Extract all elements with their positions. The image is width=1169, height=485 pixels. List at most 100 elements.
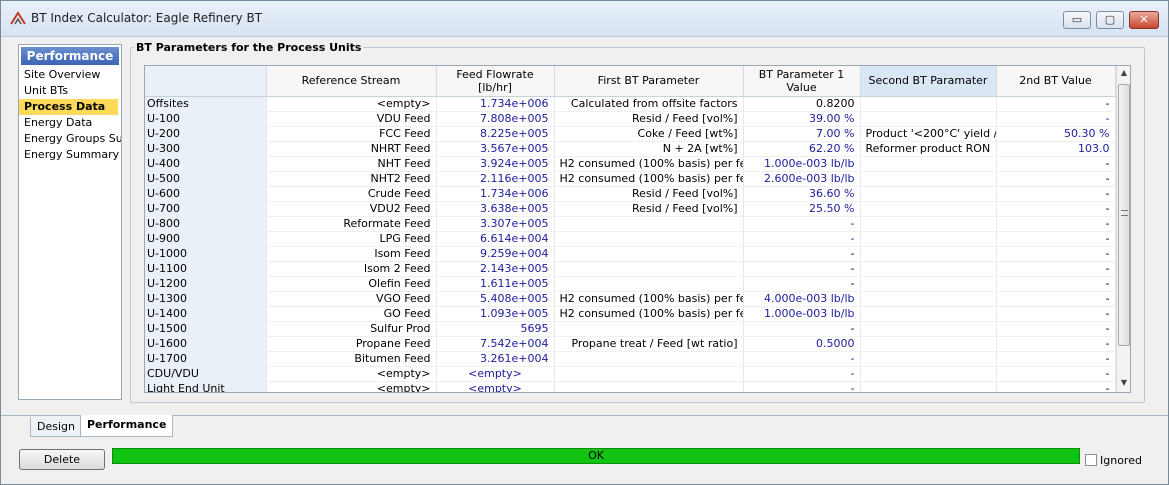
cell-reference-stream[interactable]: NHRT Feed <box>266 141 437 157</box>
cell-second-bt-parameter[interactable] <box>860 111 997 127</box>
cell-second-bt-parameter[interactable] <box>860 231 997 247</box>
cell-second-bt-parameter[interactable] <box>860 171 997 187</box>
nav-item-energy-summary[interactable]: Energy Summary <box>19 147 121 163</box>
table-row[interactable]: U-300 NHRT Feed 3.567e+005 N + 2A [wt%] 62.2… <box>145 141 1116 157</box>
cell-first-bt-parameter[interactable] <box>554 366 744 382</box>
cell-bt-parameter-1-value[interactable]: 62.20 % <box>743 141 861 157</box>
cell-bt-parameter-1-value[interactable]: - <box>743 351 861 367</box>
cell-first-bt-parameter[interactable]: Resid / Feed [vol%] <box>554 186 744 202</box>
cell-2nd-bt-value[interactable]: - <box>996 96 1116 112</box>
cell-bt-parameter-1-value[interactable]: - <box>743 321 861 337</box>
cell-2nd-bt-value[interactable]: - <box>996 156 1116 172</box>
header-2nd-bt-value[interactable]: 2nd BT Value <box>996 66 1116 97</box>
cell-reference-stream[interactable]: Crude Feed <box>266 186 437 202</box>
cell-2nd-bt-value[interactable]: - <box>996 306 1116 322</box>
cell-bt-parameter-1-value[interactable]: 1.000e-003 lb/lb <box>743 156 861 172</box>
cell-reference-stream[interactable]: <empty> <box>266 381 437 392</box>
cell-reference-stream[interactable]: FCC Feed <box>266 126 437 142</box>
table-row[interactable]: U-900 LPG Feed 6.614e+004 - - <box>145 231 1116 247</box>
cell-feed-flowrate[interactable]: 2.143e+005 <box>436 261 555 277</box>
cell-second-bt-parameter[interactable] <box>860 186 997 202</box>
table-row[interactable]: CDU/VDU <empty> <empty> - - <box>145 366 1116 382</box>
cell-first-bt-parameter[interactable]: H2 consumed (100% basis) per fee <box>554 156 744 172</box>
header-first-bt-parameter[interactable]: First BT Parameter <box>554 66 744 97</box>
cell-second-bt-parameter[interactable] <box>860 246 997 262</box>
cell-bt-parameter-1-value[interactable]: 7.00 % <box>743 126 861 142</box>
cell-second-bt-parameter[interactable] <box>860 96 997 112</box>
delete-button[interactable]: Delete <box>19 449 105 470</box>
header-second-bt-parameter[interactable]: Second BT Paramater <box>860 66 997 97</box>
table-row[interactable]: U-1000 Isom Feed 9.259e+004 - - <box>145 246 1116 262</box>
table-row[interactable]: U-1700 Bitumen Feed 3.261e+004 - - <box>145 351 1116 367</box>
cell-bt-parameter-1-value[interactable]: 0.5000 <box>743 336 861 352</box>
cell-second-bt-parameter[interactable] <box>860 351 997 367</box>
cell-2nd-bt-value[interactable]: - <box>996 366 1116 382</box>
ignored-checkbox[interactable] <box>1085 454 1097 466</box>
nav-item-process-data[interactable]: Process Data <box>19 99 118 115</box>
cell-reference-stream[interactable]: Sulfur Prod <box>266 321 437 337</box>
cell-feed-flowrate[interactable]: 3.638e+005 <box>436 201 555 217</box>
table-row[interactable]: U-1400 GO Feed 1.093e+005 H2 consumed (100%… <box>145 306 1116 322</box>
cell-second-bt-parameter[interactable] <box>860 261 997 277</box>
cell-reference-stream[interactable]: NHT Feed <box>266 156 437 172</box>
cell-feed-flowrate[interactable]: 1.093e+005 <box>436 306 555 322</box>
cell-reference-stream[interactable]: Olefin Feed <box>266 276 437 292</box>
table-row[interactable]: U-1600 Propane Feed 7.542e+004 Propane trea… <box>145 336 1116 352</box>
table-row[interactable]: Offsites <empty> 1.734e+006 Calculated from… <box>145 96 1116 112</box>
cell-bt-parameter-1-value[interactable]: - <box>743 246 861 262</box>
cell-second-bt-parameter[interactable] <box>860 156 997 172</box>
cell-reference-stream[interactable]: <empty> <box>266 366 437 382</box>
cell-2nd-bt-value[interactable]: - <box>996 276 1116 292</box>
cell-first-bt-parameter[interactable] <box>554 231 744 247</box>
cell-2nd-bt-value[interactable]: 50.30 % <box>996 126 1116 142</box>
cell-feed-flowrate[interactable]: <empty> <box>436 381 555 392</box>
cell-second-bt-parameter[interactable]: Reformer product RON <box>860 141 997 157</box>
cell-first-bt-parameter[interactable]: Propane treat / Feed [wt ratio] <box>554 336 744 352</box>
cell-reference-stream[interactable]: Propane Feed <box>266 336 437 352</box>
cell-reference-stream[interactable]: VDU Feed <box>266 111 437 127</box>
cell-bt-parameter-1-value[interactable]: - <box>743 261 861 277</box>
cell-feed-flowrate[interactable]: 9.259e+004 <box>436 246 555 262</box>
cell-feed-flowrate[interactable]: 1.734e+006 <box>436 186 555 202</box>
scroll-up-icon[interactable]: ▲ <box>1119 68 1129 80</box>
cell-2nd-bt-value[interactable]: - <box>996 321 1116 337</box>
cell-feed-flowrate[interactable]: 8.225e+005 <box>436 126 555 142</box>
cell-feed-flowrate[interactable]: 3.307e+005 <box>436 216 555 232</box>
table-row[interactable]: U-700 VDU2 Feed 3.638e+005 Resid / Feed [vo… <box>145 201 1116 217</box>
cell-first-bt-parameter[interactable] <box>554 246 744 262</box>
cell-2nd-bt-value[interactable]: 103.0 <box>996 141 1116 157</box>
scroll-thumb[interactable] <box>1118 84 1130 346</box>
cell-first-bt-parameter[interactable]: H2 consumed (100% basis) per fee <box>554 291 744 307</box>
minimize-button[interactable]: ▭ <box>1063 11 1091 29</box>
cell-second-bt-parameter[interactable] <box>860 336 997 352</box>
scroll-down-icon[interactable]: ▼ <box>1119 378 1129 390</box>
cell-first-bt-parameter[interactable] <box>554 216 744 232</box>
cell-reference-stream[interactable]: <empty> <box>266 96 437 112</box>
cell-bt-parameter-1-value[interactable]: 2.600e-003 lb/lb <box>743 171 861 187</box>
cell-second-bt-parameter[interactable] <box>860 201 997 217</box>
cell-feed-flowrate[interactable]: 1.734e+006 <box>436 96 555 112</box>
cell-first-bt-parameter[interactable]: Calculated from offsite factors <box>554 96 744 112</box>
cell-2nd-bt-value[interactable]: - <box>996 201 1116 217</box>
cell-feed-flowrate[interactable]: 2.116e+005 <box>436 171 555 187</box>
cell-second-bt-parameter[interactable] <box>860 321 997 337</box>
table-row[interactable]: U-600 Crude Feed 1.734e+006 Resid / Feed [v… <box>145 186 1116 202</box>
nav-item-unit-bts[interactable]: Unit BTs <box>19 83 121 99</box>
cell-bt-parameter-1-value[interactable]: - <box>743 216 861 232</box>
cell-2nd-bt-value[interactable]: - <box>996 246 1116 262</box>
cell-reference-stream[interactable]: Bitumen Feed <box>266 351 437 367</box>
cell-feed-flowrate[interactable]: 7.808e+005 <box>436 111 555 127</box>
cell-first-bt-parameter[interactable]: Resid / Feed [vol%] <box>554 201 744 217</box>
cell-second-bt-parameter[interactable] <box>860 306 997 322</box>
table-row[interactable]: U-1200 Olefin Feed 1.611e+005 - - <box>145 276 1116 292</box>
cell-2nd-bt-value[interactable]: - <box>996 291 1116 307</box>
vertical-scrollbar[interactable]: ▲ ▼ <box>1116 66 1130 392</box>
cell-reference-stream[interactable]: LPG Feed <box>266 231 437 247</box>
cell-feed-flowrate[interactable]: 5695 <box>436 321 555 337</box>
close-button[interactable]: ✕ <box>1129 11 1159 29</box>
cell-first-bt-parameter[interactable] <box>554 351 744 367</box>
nav-item-site-overview[interactable]: Site Overview <box>19 67 121 83</box>
cell-feed-flowrate[interactable]: <empty> <box>436 366 555 382</box>
cell-feed-flowrate[interactable]: 1.611e+005 <box>436 276 555 292</box>
nav-item-energy-data[interactable]: Energy Data <box>19 115 121 131</box>
